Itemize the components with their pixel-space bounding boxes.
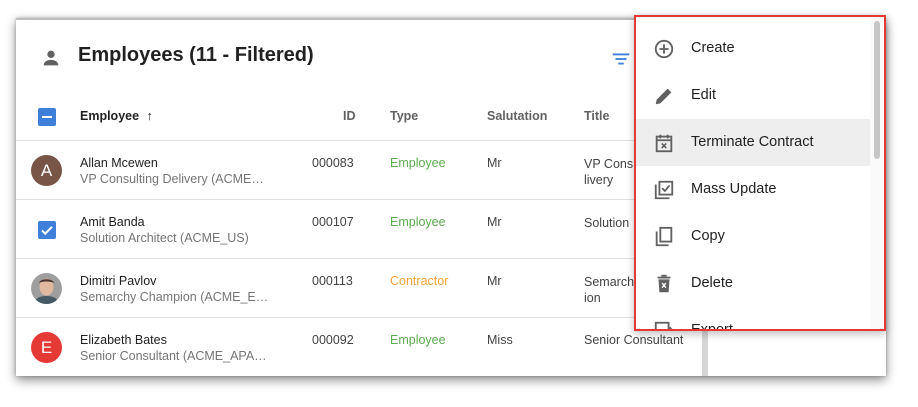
menu-item-label: Export (691, 322, 733, 331)
employee-name: Allan Mcewen (80, 156, 158, 170)
check-icon (41, 226, 53, 236)
page-title: Employees (11 - Filtered) (78, 44, 314, 66)
employee-name: Dimitri Pavlov (80, 274, 157, 288)
calendar-x-icon (655, 134, 673, 153)
employee-name: Amit Banda (80, 215, 145, 229)
trash-icon (657, 274, 671, 293)
person-icon (43, 50, 59, 66)
employee-id: 000113 (312, 274, 353, 288)
menu-scrollbar-thumb[interactable] (874, 21, 880, 159)
actions-menu: Create Edit Terminate Contract Mass Upda… (634, 15, 886, 331)
column-employee[interactable]: Employee ↑ (80, 92, 153, 140)
menu-item-create[interactable]: Create (636, 25, 872, 72)
menu-scrollbar-track[interactable] (870, 17, 884, 329)
employee-type: Employee (390, 156, 446, 170)
avatar (31, 273, 62, 304)
employee-id: 000083 (312, 156, 354, 170)
employee-subtitle: Solution Architect (ACME_US) (80, 231, 249, 245)
employee-id: 000092 (312, 333, 354, 347)
employee-type: Contractor (390, 274, 449, 288)
employee-salutation: Mr (487, 274, 502, 288)
menu-item-label: Mass Update (691, 181, 777, 197)
employee-title: Senior Consultant (584, 333, 684, 347)
add-circle-icon (654, 39, 674, 59)
row-checkbox[interactable] (38, 221, 56, 239)
employee-type: Employee (390, 333, 446, 347)
menu-item-export[interactable]: Export (636, 307, 872, 331)
column-title[interactable]: Title (584, 92, 609, 140)
column-salutation[interactable]: Salutation (487, 92, 547, 140)
menu-item-label: Create (691, 40, 735, 56)
library-check-icon (654, 180, 674, 200)
filter-icon[interactable] (610, 48, 632, 70)
select-all-checkbox[interactable] (38, 108, 56, 126)
employee-subtitle: Senior Consultant (ACME_APA… (80, 349, 267, 363)
menu-item-mass-update[interactable]: Mass Update (636, 166, 872, 213)
employee-subtitle: VP Consulting Delivery (ACME… (80, 172, 264, 186)
column-employee-label: Employee (80, 109, 140, 123)
sort-arrow-icon[interactable]: ↑ (147, 109, 153, 123)
employee-type: Employee (390, 215, 446, 229)
column-id[interactable]: ID (343, 92, 356, 140)
employee-salutation: Mr (487, 215, 502, 229)
menu-item-edit[interactable]: Edit (636, 72, 872, 119)
employee-salutation: Mr (487, 156, 502, 170)
menu-item-label: Terminate Contract (691, 134, 814, 150)
pencil-icon (655, 88, 672, 105)
menu-item-label: Edit (691, 87, 716, 103)
employee-salutation: Miss (487, 333, 513, 347)
export-icon (654, 321, 673, 329)
avatar: E (31, 332, 62, 363)
menu-item-label: Delete (691, 275, 733, 291)
menu-item-delete[interactable]: Delete (636, 260, 872, 307)
employee-name: Elizabeth Bates (80, 333, 167, 347)
copy-icon (655, 226, 673, 247)
menu-item-terminate-contract[interactable]: Terminate Contract (636, 119, 872, 166)
employee-subtitle: Semarchy Champion (ACME_E… (80, 290, 269, 304)
menu-item-label: Copy (691, 228, 725, 244)
column-type[interactable]: Type (390, 92, 418, 140)
employee-id: 000107 (312, 215, 354, 229)
menu-item-copy[interactable]: Copy (636, 213, 872, 260)
avatar: A (31, 155, 62, 186)
